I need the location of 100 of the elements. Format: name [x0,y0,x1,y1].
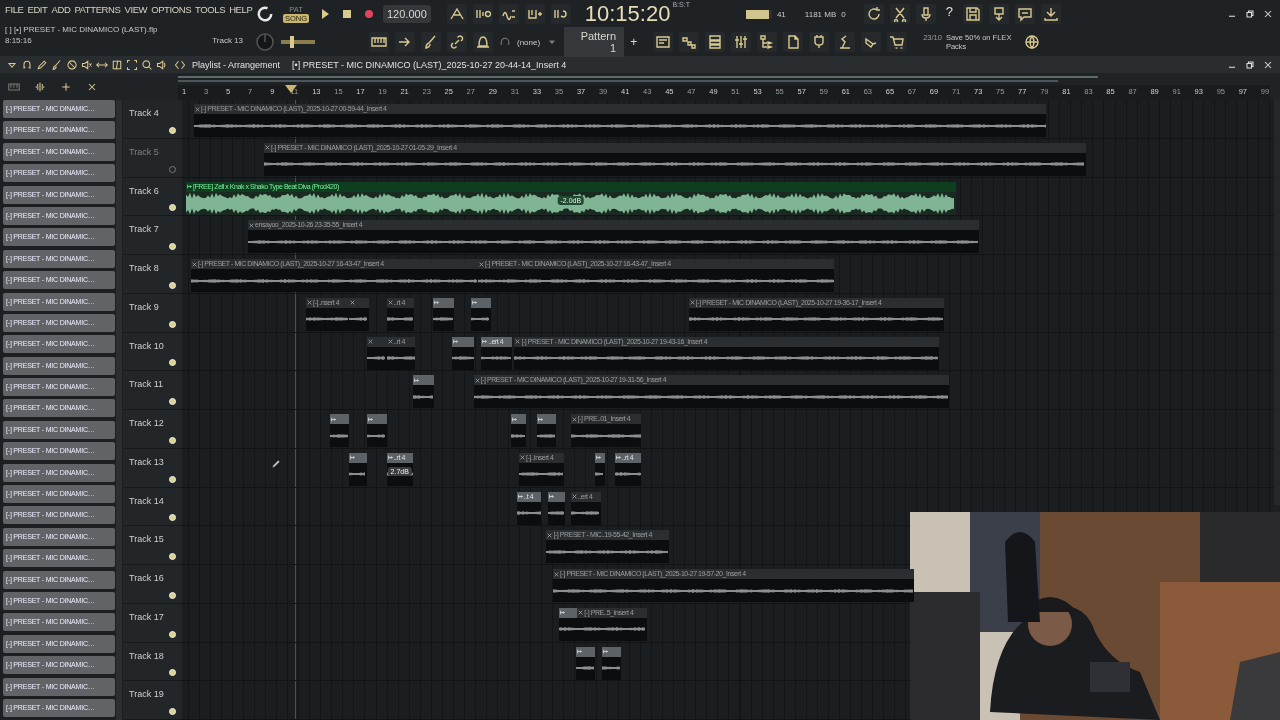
cart-icon[interactable] [887,32,908,52]
audio-slice-clip[interactable] [432,297,454,331]
pencil-icon[interactable] [36,58,48,71]
list-icon[interactable] [705,32,726,52]
ban-icon[interactable] [66,58,78,71]
track-name: Track 4 [129,108,159,118]
wave-clock-icon[interactable] [472,4,493,24]
audio-slice-clip[interactable] [471,297,492,331]
arrows-icon[interactable] [174,58,186,71]
cross-icon [571,416,577,422]
mute-icon[interactable] [81,58,93,71]
menu-item[interactable]: VIEW [124,4,148,15]
cross-icon [387,300,393,306]
playlist-title[interactable]: Playlist - Arrangement [192,59,281,70]
mixer-icon[interactable] [731,32,752,52]
audio-clip[interactable] [349,297,369,331]
menu-item[interactable]: HELP [229,4,253,15]
audio-slice-clip[interactable] [536,414,557,447]
restore-icon[interactable] [1244,58,1256,71]
help-button[interactable]: ? [941,4,957,24]
select-icon[interactable] [126,58,138,71]
menu-item[interactable]: PATTERNS [74,4,121,15]
pattern-selector[interactable]: Pattern 1 [564,27,625,57]
brush-icon[interactable] [421,32,441,52]
arrow-icon [559,610,565,616]
plug-icon[interactable] [809,32,830,52]
menu-item[interactable]: EDIT [27,4,48,15]
audio-slice-clip[interactable] [558,607,578,641]
dome-icon[interactable] [473,32,493,52]
track-name: Track 7 [129,224,159,235]
keyboard-icon[interactable] [369,32,389,52]
add-pattern-button[interactable]: + [630,35,638,49]
arrow-icon [472,300,478,306]
hint-text: Track 13 [212,36,243,45]
step-icon[interactable] [679,32,700,52]
microphone-icon[interactable] [915,4,936,24]
audio-slice-clip[interactable] [366,414,387,447]
magnet-icon[interactable] [21,58,33,71]
audio-clip[interactable] [366,336,387,370]
keys-plus-icon[interactable] [524,4,545,24]
scissors-icon[interactable] [889,4,910,24]
song-position-marker[interactable] [285,85,297,93]
headphones-icon [499,36,511,48]
track-name: Track 11 [129,379,163,390]
zoom-icon[interactable] [141,58,153,71]
download-icon[interactable] [1040,4,1061,24]
save-icon[interactable] [962,4,983,24]
audio-slice-clip[interactable] [595,452,605,486]
song-clock: 10:15:20 [584,1,671,27]
audio-slice-clip[interactable] [451,336,474,370]
slider-thumb[interactable] [290,36,294,48]
arrow-icon [433,300,439,306]
audio-slice-clip[interactable] [330,414,350,447]
cross-icon [578,610,584,616]
waveform [518,472,565,477]
song-time: 8:15:16 [5,36,32,45]
clip-source-selector[interactable]: [•] PRESET - MIC DINAMICO (LAST)_2025-10-27 20-44-14_Insert 4 [292,59,567,70]
menu-item[interactable]: ADD [51,4,71,15]
cross-icon [474,377,480,383]
audio-slice-clip[interactable] [576,646,595,680]
speaker-icon[interactable] [156,58,168,71]
tree-icon[interactable] [757,32,778,52]
track-name: Track 19 [129,689,164,700]
cross-icon [479,261,485,267]
cross-icon [307,300,312,306]
globe-icon[interactable] [1023,34,1040,50]
tempo-field[interactable]: 120.000 [383,5,431,23]
cross-icon [194,106,200,112]
menu-item[interactable]: FILE [5,4,24,15]
track-name: Track 5 [129,146,159,157]
audio-slice-clip[interactable] [413,375,434,409]
peak-icon[interactable] [446,4,467,24]
browser-scrollbar[interactable] [116,100,122,720]
waveform-icon[interactable] [34,80,46,93]
loop-icon[interactable] [550,4,571,24]
audio-slice-clip[interactable] [547,491,566,525]
audio-slice-clip[interactable] [511,414,526,447]
audio-slice-clip[interactable] [349,452,367,486]
cross-icon [547,532,553,538]
document-icon[interactable] [783,32,804,52]
export-icon[interactable] [988,4,1009,24]
waveform [386,317,415,322]
plus-icon[interactable] [60,80,72,93]
chat-icon[interactable] [1014,4,1035,24]
link-icon[interactable] [447,32,467,52]
brush-icon[interactable] [51,58,63,71]
menu-item[interactable]: TOOLS [195,4,226,15]
close-icon[interactable] [1262,8,1274,20]
playlist-icon[interactable] [653,32,674,52]
slice-icon[interactable] [111,58,123,71]
audio-slice-clip[interactable] [601,646,622,680]
master-volume-knob[interactable] [255,32,275,52]
restore-icon[interactable] [1244,8,1256,20]
menu-item[interactable]: OPTIONS [151,4,192,15]
cross-icon [249,222,254,228]
wave-step-icon[interactable] [498,4,519,24]
channel-select[interactable]: (none) [517,37,541,47]
refresh-icon[interactable] [863,4,884,24]
waveform [432,317,454,322]
pencil-cursor-icon [270,458,282,470]
